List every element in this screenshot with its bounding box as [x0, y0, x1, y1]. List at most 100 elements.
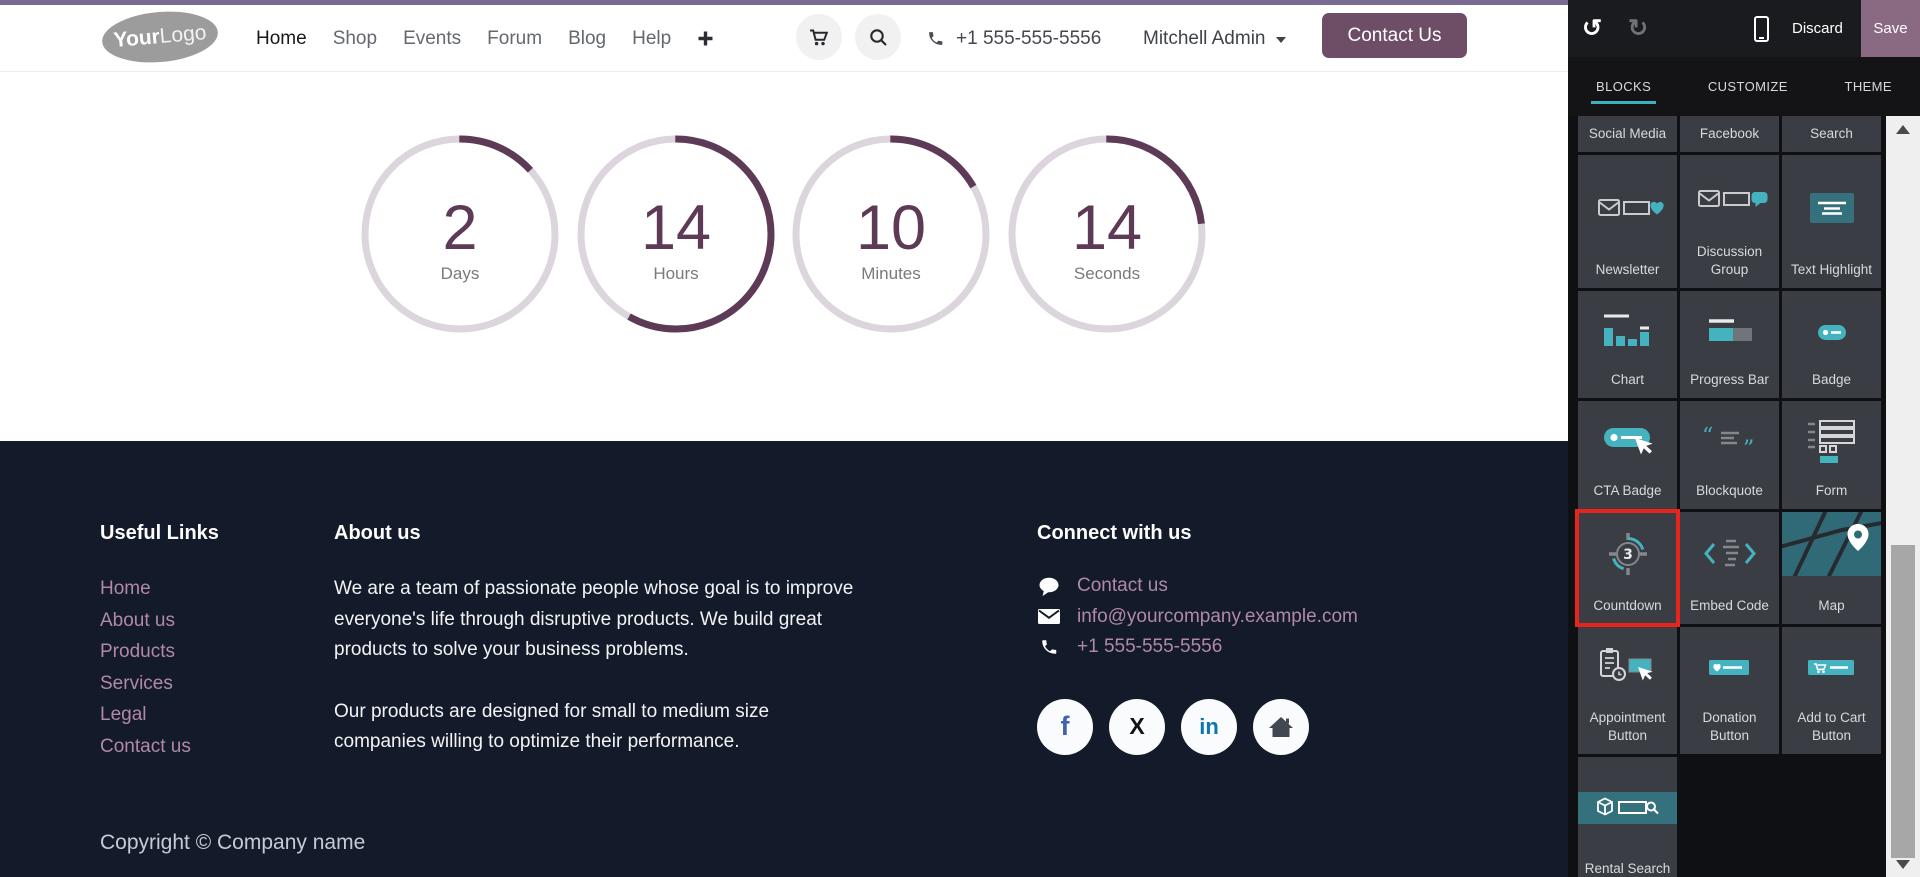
connect-contact-row: Contact us: [1037, 571, 1358, 602]
scroll-down-icon[interactable]: [1886, 853, 1920, 875]
progress-bar-icon: [1708, 319, 1752, 341]
phone-icon: [929, 32, 943, 45]
connect-phone-link[interactable]: +1 555-555-5556: [1077, 632, 1222, 663]
main-menu: Home Shop Events Forum Blog Help: [256, 5, 714, 72]
menu-item-blog[interactable]: Blog: [568, 28, 606, 50]
search-button[interactable]: [855, 14, 901, 60]
block-progress-bar[interactable]: Progress Bar: [1680, 291, 1779, 398]
user-menu[interactable]: Mitchell Admin: [1143, 5, 1286, 72]
nav-phone-link[interactable]: +1 555-555-5556: [927, 5, 1101, 72]
block-facebook[interactable]: Facebook: [1680, 116, 1779, 152]
footer-link[interactable]: Products: [100, 641, 175, 662]
block-embed-code[interactable]: Embed Code: [1680, 512, 1779, 624]
about-title: About us: [334, 522, 421, 544]
donation-button-icon: [1708, 659, 1749, 675]
countdown-section[interactable]: 2 Days 14 Hours 10 Minutes 14 Seconds: [0, 72, 1568, 441]
block-chart[interactable]: Chart: [1578, 291, 1677, 398]
mobile-preview-icon[interactable]: [1754, 0, 1769, 57]
footer-link-products: Products: [100, 637, 219, 669]
menu-item-events[interactable]: Events: [403, 28, 461, 50]
block-countdown[interactable]: 3 Countdown: [1575, 509, 1680, 627]
footer-link[interactable]: Home: [100, 578, 151, 599]
about-paragraph-1: We are a team of passionate people whose…: [334, 578, 854, 660]
menu-item-help[interactable]: Help: [632, 28, 671, 50]
contact-us-button[interactable]: Contact Us: [1322, 13, 1467, 58]
discard-button[interactable]: Discard: [1792, 0, 1843, 57]
tab-customize[interactable]: CUSTOMIZE: [1708, 79, 1788, 94]
block-appointment-button[interactable]: Appointment Button: [1578, 627, 1677, 754]
block-rental-search[interactable]: Rental Search: [1578, 757, 1677, 877]
countdown-value-seconds: 14: [1071, 192, 1143, 263]
countdown-value-days: 2: [442, 192, 478, 263]
map-icon: [1782, 512, 1881, 576]
menu-item-shop[interactable]: Shop: [333, 28, 377, 50]
menu-item-home[interactable]: Home: [256, 28, 307, 50]
countdown-value-minutes: 10: [855, 192, 927, 263]
redo-icon[interactable]: ↻: [1628, 0, 1648, 57]
block-form[interactable]: Form: [1782, 401, 1881, 509]
block-cta-badge[interactable]: CTA Badge: [1578, 401, 1677, 509]
footer-link-contact: Contact us: [100, 732, 219, 764]
block-social-media[interactable]: Social Media: [1578, 116, 1677, 152]
footer-link[interactable]: Services: [100, 673, 173, 694]
builder-tabs: BLOCKS CUSTOMIZE THEME: [1568, 57, 1920, 116]
footer-connect: Connect with us Contact us info@yourcomp…: [1037, 522, 1358, 755]
block-map[interactable]: Map: [1782, 512, 1881, 624]
footer-link[interactable]: Legal: [100, 704, 147, 725]
website-home-link[interactable]: [1253, 698, 1309, 755]
logo-text-light: Logo: [158, 20, 208, 48]
block-text-highlight[interactable]: Text Highlight: [1782, 155, 1881, 288]
newsletter-icon: [1597, 198, 1664, 216]
tab-theme[interactable]: THEME: [1844, 79, 1892, 94]
odoo-website-editor: Your Logo Home Shop Events Forum Blog Hel…: [0, 0, 1920, 877]
chart-icon: [1603, 314, 1649, 346]
undo-icon[interactable]: ↺: [1582, 0, 1602, 57]
block-badge[interactable]: Badge: [1782, 291, 1881, 398]
countdown-dial-days: 2 Days: [361, 135, 559, 333]
countdown-unit-minutes: Minutes: [861, 263, 921, 283]
footer-link-services: Services: [100, 669, 219, 701]
menu-item-forum[interactable]: Forum: [487, 28, 542, 50]
x-twitter-link[interactable]: X: [1109, 698, 1165, 755]
cart-icon: [810, 29, 829, 45]
scrollbar-thumb[interactable]: [1891, 545, 1915, 858]
site-logo[interactable]: Your Logo: [100, 7, 220, 67]
connect-title: Connect with us: [1037, 522, 1192, 544]
connect-email-link[interactable]: info@yourcompany.example.com: [1077, 602, 1358, 633]
blockquote-icon: “ ”: [1702, 424, 1754, 462]
chevron-down-icon: [1275, 37, 1286, 43]
save-button[interactable]: Save: [1861, 0, 1920, 57]
block-newsletter[interactable]: Newsletter: [1578, 155, 1677, 288]
block-donation-button[interactable]: Donation Button: [1680, 627, 1779, 754]
footer-about: About us We are a team of passionate peo…: [334, 522, 866, 758]
add-page-icon[interactable]: [697, 30, 714, 47]
x-twitter-icon: X: [1129, 713, 1145, 739]
countdown-unit-hours: Hours: [653, 263, 699, 283]
cart-button[interactable]: [796, 14, 842, 60]
tab-blocks[interactable]: BLOCKS: [1590, 79, 1657, 104]
footer-link[interactable]: About us: [100, 610, 175, 631]
user-name: Mitchell Admin: [1143, 27, 1266, 49]
connect-contact-link[interactable]: Contact us: [1077, 571, 1168, 602]
block-discussion-group[interactable]: Discussion Group: [1680, 155, 1779, 288]
footer-link[interactable]: Contact us: [100, 736, 191, 757]
blocks-grid: Social Media Facebook Search Newsletter: [1575, 116, 1881, 877]
chat-bubble-icon: [1037, 576, 1061, 597]
text-highlight-icon: [1809, 192, 1854, 223]
panel-scrollbar[interactable]: [1886, 116, 1920, 877]
block-search[interactable]: Search: [1782, 116, 1881, 152]
scroll-up-icon[interactable]: [1886, 118, 1920, 140]
footer-link-about: About us: [100, 606, 219, 638]
facebook-link[interactable]: f: [1037, 698, 1093, 755]
email-icon: [1037, 607, 1061, 626]
block-add-to-cart-button[interactable]: Add to Cart Button: [1782, 627, 1881, 754]
linkedin-link[interactable]: in: [1181, 698, 1237, 755]
badge-icon: [1817, 324, 1846, 340]
about-paragraph-2: Our products are designed for small to m…: [334, 700, 770, 753]
countdown-dial-minutes: 10 Minutes: [792, 135, 990, 333]
countdown-dial-hours: 14 Hours: [577, 135, 775, 333]
builder-toolbar: ↺ ↻ Discard Save: [1568, 0, 1920, 57]
countdown-dial-seconds: 14 Seconds: [1008, 135, 1206, 333]
svg-text:”: ”: [1743, 437, 1754, 462]
block-blockquote[interactable]: “ ” Blockquote: [1680, 401, 1779, 509]
